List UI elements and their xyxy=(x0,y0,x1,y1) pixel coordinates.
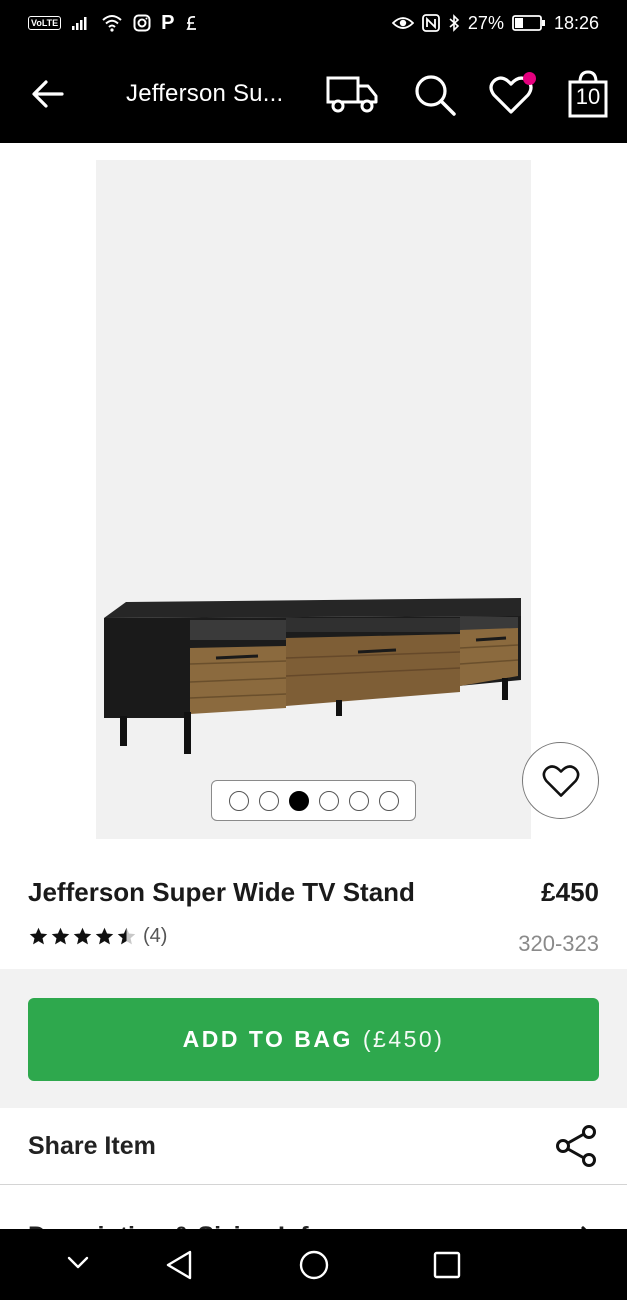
product-rating[interactable]: (4) xyxy=(28,925,167,948)
delivery-button[interactable] xyxy=(325,72,379,121)
search-button[interactable] xyxy=(412,72,458,123)
nav-recents-icon xyxy=(433,1251,461,1279)
product-image-carousel[interactable] xyxy=(96,160,531,839)
product-code: 320-323 xyxy=(518,931,599,956)
star-icon xyxy=(29,927,48,945)
nav-down-button[interactable] xyxy=(66,1255,90,1276)
delivery-truck-icon xyxy=(326,76,378,113)
pagination-dot[interactable] xyxy=(348,790,369,811)
star-icon xyxy=(95,927,114,945)
battery-icon xyxy=(512,15,546,31)
nav-recents-button[interactable] xyxy=(432,1250,462,1285)
eye-icon xyxy=(391,15,414,31)
wifi-icon xyxy=(101,14,123,32)
pagination-dot[interactable] xyxy=(258,790,279,811)
app-header: Jefferson Su... 10 xyxy=(0,46,627,143)
pagination-dot[interactable] xyxy=(378,790,399,811)
product-name: Jefferson Super Wide TV Stand xyxy=(28,877,415,907)
half-star-icon xyxy=(117,927,136,945)
system-nav-bar xyxy=(0,1229,627,1300)
rating-stars xyxy=(28,926,137,947)
bluetooth-icon xyxy=(448,14,460,32)
clock: 18:26 xyxy=(553,12,599,33)
wishlist-button[interactable] xyxy=(488,72,536,116)
pagination-dot[interactable] xyxy=(318,790,339,811)
heart-icon xyxy=(542,764,579,797)
money-icon xyxy=(185,13,199,33)
wishlist-badge xyxy=(523,72,536,85)
nav-home-button[interactable] xyxy=(298,1249,330,1286)
add-to-bag-section: ADD TO BAG (£450) xyxy=(0,969,627,1108)
star-icon xyxy=(73,927,92,945)
pagination-dot-active[interactable] xyxy=(288,790,309,811)
volte-badge: VoLTE xyxy=(28,16,62,30)
bag-count: 10 xyxy=(575,84,601,109)
nfc-icon xyxy=(422,14,440,32)
signal-icon xyxy=(71,15,91,31)
nav-back-icon xyxy=(166,1250,192,1280)
status-bar: VoLTE P 27% 18:26 xyxy=(0,0,627,46)
share-item-label: Share Item xyxy=(28,1131,156,1160)
pagination-dot[interactable] xyxy=(228,790,249,811)
battery-percent: 27% xyxy=(467,12,504,33)
add-to-bag-button[interactable]: ADD TO BAG (£450) xyxy=(28,998,599,1081)
image-pagination xyxy=(211,780,416,821)
nav-back-button[interactable] xyxy=(165,1249,193,1286)
share-item-row[interactable]: Share Item xyxy=(0,1108,627,1185)
product-price: £450 xyxy=(541,877,599,907)
add-to-wishlist-button[interactable] xyxy=(522,742,599,819)
share-icon xyxy=(555,1124,599,1168)
add-to-bag-label: ADD TO BAG xyxy=(182,1026,353,1052)
back-button[interactable] xyxy=(30,78,66,110)
search-icon xyxy=(415,75,456,116)
add-to-bag-price: (£450) xyxy=(362,1026,445,1052)
back-arrow-icon xyxy=(32,80,64,108)
star-icon xyxy=(51,927,70,945)
nav-home-icon xyxy=(299,1250,329,1280)
instagram-icon xyxy=(133,14,151,32)
nav-down-icon xyxy=(67,1256,89,1269)
review-count[interactable]: (4) xyxy=(143,925,167,948)
p-icon: P xyxy=(161,11,175,34)
page-title: Jefferson Su... xyxy=(126,80,284,107)
bag-button[interactable]: 10 xyxy=(568,70,608,118)
